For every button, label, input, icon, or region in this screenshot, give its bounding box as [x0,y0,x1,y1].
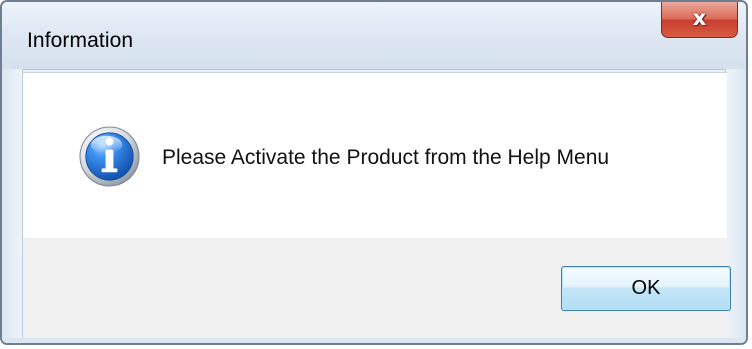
information-dialog: Information x Please Activate the Produc… [0,0,748,345]
dialog-title: Information [27,29,134,52]
close-button[interactable]: x [661,2,738,38]
ok-button[interactable]: OK [561,266,731,311]
information-icon [79,126,140,187]
title-bar[interactable]: Information x [2,2,746,70]
message-area: Please Activate the Product from the Hel… [23,72,727,239]
button-area: OK [23,238,731,338]
window-frame-left [2,69,23,343]
message-text: Please Activate the Product from the Hel… [162,146,610,169]
close-icon: x [692,6,707,30]
window-frame-bottom [2,338,746,343]
